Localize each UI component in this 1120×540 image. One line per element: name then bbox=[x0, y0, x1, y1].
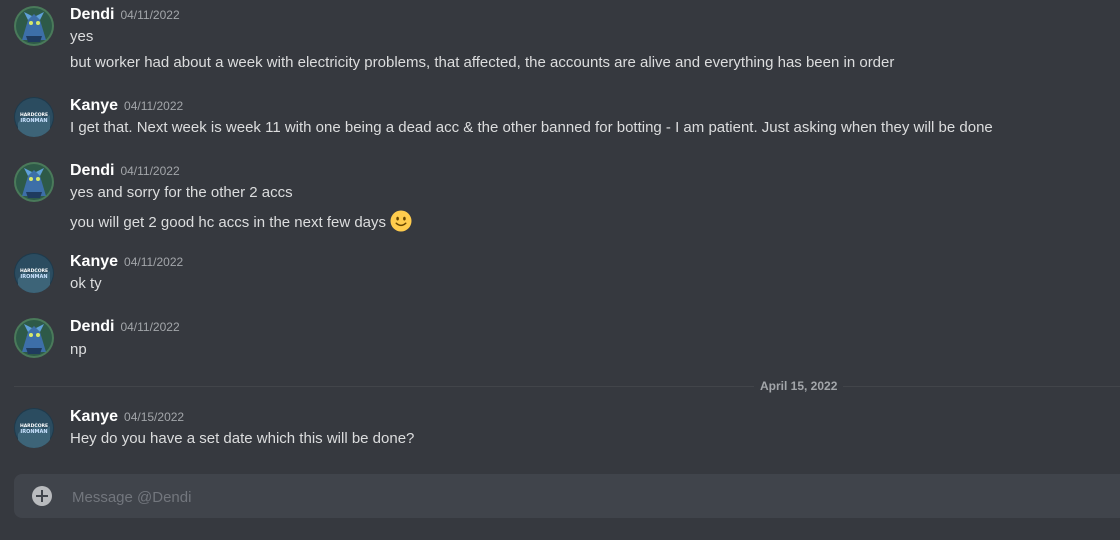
message-timestamp: 04/11/2022 bbox=[124, 99, 184, 113]
message-text: ok ty bbox=[70, 275, 102, 292]
message-text-with-emoji: you will get 2 good hc accs in the next … bbox=[70, 210, 412, 236]
message-text: np bbox=[70, 341, 87, 358]
hardcore-ironman-avatar[interactable]: HARDCORE IRONMAN bbox=[14, 253, 54, 293]
date-divider-label: April 15, 2022 bbox=[754, 379, 844, 393]
message-text: you will get 2 good hc accs in the next … bbox=[70, 213, 387, 231]
message-composer bbox=[14, 474, 1120, 520]
hardcore-ironman-avatar[interactable]: HARDCORE IRONMAN bbox=[14, 408, 54, 448]
avatar-badge-line2: IRONMAN bbox=[20, 429, 47, 435]
message-timestamp: 04/11/2022 bbox=[120, 8, 180, 22]
author-name[interactable]: Kanye bbox=[70, 253, 118, 270]
message-timestamp: 04/11/2022 bbox=[124, 255, 184, 269]
message-text: Hey do you have a set date which this wi… bbox=[70, 430, 415, 447]
avatar-badge-line2: IRONMAN bbox=[20, 118, 47, 124]
message-text: I get that. Next week is week 11 with on… bbox=[70, 119, 993, 136]
author-name[interactable]: Dendi bbox=[70, 6, 114, 23]
add-attachment-icon[interactable] bbox=[32, 486, 52, 506]
slightly-smiling-face-icon[interactable] bbox=[390, 210, 412, 236]
hardcore-ironman-avatar[interactable]: HARDCORE IRONMAN bbox=[14, 97, 54, 137]
author-name[interactable]: Kanye bbox=[70, 97, 118, 114]
message-timestamp: 04/11/2022 bbox=[120, 164, 180, 178]
message-text: yes and sorry for the other 2 accs bbox=[70, 184, 293, 201]
author-name[interactable]: Dendi bbox=[70, 318, 114, 335]
message-text: yes bbox=[70, 28, 94, 45]
author-name[interactable]: Dendi bbox=[70, 162, 114, 179]
dendi-avatar[interactable] bbox=[14, 162, 54, 202]
avatar-badge-line2: IRONMAN bbox=[20, 274, 47, 280]
message-input[interactable] bbox=[70, 474, 1114, 520]
dendi-avatar[interactable] bbox=[14, 318, 54, 358]
message-text: but worker had about a week with electri… bbox=[70, 54, 895, 71]
dendi-avatar[interactable] bbox=[14, 6, 54, 46]
date-divider-line bbox=[14, 386, 1120, 387]
author-name[interactable]: Kanye bbox=[70, 408, 118, 425]
message-timestamp: 04/11/2022 bbox=[120, 320, 180, 334]
message-timestamp: 04/15/2022 bbox=[124, 410, 185, 424]
